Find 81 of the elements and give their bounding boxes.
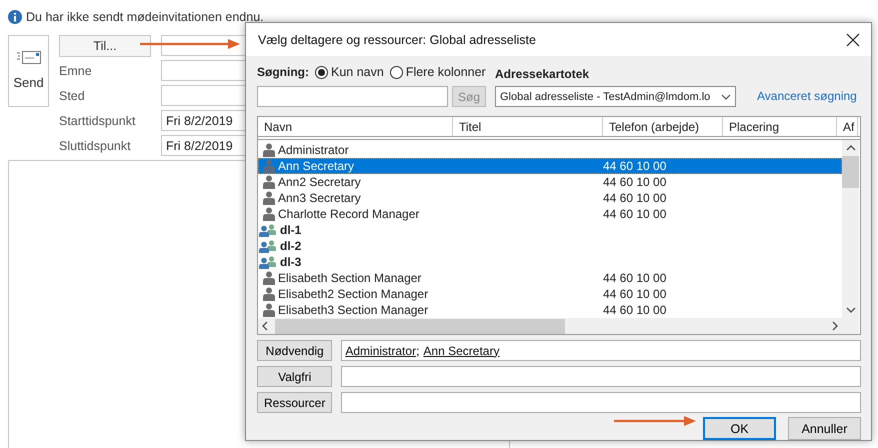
recipient-field[interactable]: Administrator; Ann Secretary bbox=[341, 340, 861, 361]
contact-row[interactable]: Elisabeth3 Section Manager 44 60 10 00 bbox=[258, 302, 842, 318]
contact-row[interactable]: dl-2 bbox=[258, 238, 842, 254]
contact-row[interactable]: dl-3 bbox=[258, 254, 842, 270]
scroll-right-icon[interactable] bbox=[831, 321, 839, 331]
dialog-button[interactable]: Annuller bbox=[788, 417, 861, 440]
contact-name: Ann2 Secretary bbox=[278, 175, 361, 189]
search-label: Søgning: bbox=[257, 65, 309, 79]
send-button[interactable]: Send bbox=[8, 34, 49, 106]
contact-name: Administrator bbox=[278, 143, 349, 157]
person-icon bbox=[263, 207, 275, 221]
vertical-scrollbar[interactable] bbox=[842, 140, 859, 334]
time-label: Starttidspunkt bbox=[59, 112, 136, 130]
dialog-title: Vælg deltagere og ressourcer: Global adresseliste bbox=[258, 32, 536, 46]
time-label: Sluttidspunkt bbox=[59, 138, 132, 155]
person-icon bbox=[263, 175, 275, 189]
horizontal-scrollbar[interactable] bbox=[258, 318, 842, 334]
contact-row[interactable]: Administrator bbox=[258, 142, 842, 158]
caret-icon bbox=[721, 94, 731, 100]
contact-name: dl-3 bbox=[280, 255, 302, 269]
contact-name: Ann Secretary bbox=[278, 159, 354, 173]
scroll-up-icon[interactable] bbox=[846, 144, 856, 152]
contact-name: dl-2 bbox=[280, 239, 302, 253]
contact-row[interactable]: dl-1 bbox=[258, 222, 842, 238]
phone-number: 44 60 10 00 bbox=[603, 191, 666, 205]
column-header[interactable]: Af bbox=[837, 117, 858, 136]
person-icon bbox=[263, 303, 275, 317]
address-book-label: Adressekartotek bbox=[495, 67, 590, 81]
column-header[interactable]: Navn bbox=[258, 117, 453, 136]
address-book-dropdown[interactable]: Global adresseliste - TestAdmin@lmdom.lo bbox=[495, 86, 736, 107]
person-icon bbox=[263, 159, 275, 173]
recipient-name[interactable]: Ann Secretary bbox=[423, 344, 500, 358]
contact-row[interactable]: Charlotte Record Manager 44 60 10 00 bbox=[258, 206, 842, 222]
contact-name: Ann3 Secretary bbox=[278, 191, 361, 205]
contact-row[interactable]: Elisabeth Section Manager 44 60 10 00 bbox=[258, 270, 842, 286]
contact-row[interactable]: Elisabeth2 Section Manager 44 60 10 00 bbox=[258, 286, 842, 302]
dialog-button[interactable]: OK bbox=[703, 417, 776, 440]
recipient-button[interactable]: Nødvendig bbox=[257, 340, 332, 361]
field-label: Sted bbox=[59, 88, 86, 104]
field-label: Emne bbox=[59, 62, 93, 80]
contact-name: Elisabeth3 Section Manager bbox=[278, 303, 428, 317]
info-message: Du har ikke sendt mødeinvitationen endnu. bbox=[26, 10, 264, 24]
person-icon bbox=[263, 143, 275, 157]
info-icon bbox=[8, 10, 22, 24]
recipient-name[interactable]: Administrator; bbox=[345, 344, 420, 358]
scrollbar-thumb[interactable] bbox=[842, 156, 859, 188]
recipient-field[interactable] bbox=[341, 366, 861, 387]
phone-number: 44 60 10 00 bbox=[603, 175, 666, 189]
phone-number: 44 60 10 00 bbox=[603, 303, 666, 317]
envelope-icon bbox=[16, 51, 40, 65]
scroll-left-icon[interactable] bbox=[261, 321, 269, 331]
contact-name: Charlotte Record Manager bbox=[278, 207, 420, 221]
search-field[interactable] bbox=[257, 86, 448, 107]
contact-row[interactable]: Ann3 Secretary 44 60 10 00 bbox=[258, 190, 842, 206]
column-header[interactable]: Titel bbox=[453, 117, 603, 136]
phone-number: 44 60 10 00 bbox=[603, 159, 666, 173]
contact-row[interactable]: Ann Secretary 44 60 10 00 bbox=[258, 158, 842, 174]
scroll-down-icon[interactable] bbox=[846, 306, 856, 314]
to-button[interactable]: Til... bbox=[59, 34, 151, 56]
contact-name: Elisabeth Section Manager bbox=[278, 271, 422, 285]
person-icon bbox=[263, 287, 275, 301]
contact-name: Elisabeth2 Section Manager bbox=[278, 287, 428, 301]
people-icon bbox=[259, 224, 277, 236]
phone-number: 44 60 10 00 bbox=[603, 287, 666, 301]
column-header[interactable]: Placering bbox=[723, 117, 837, 136]
radio-option[interactable]: Flere kolonner bbox=[390, 65, 486, 79]
scrollbar-thumb[interactable] bbox=[275, 318, 565, 334]
contact-name: dl-1 bbox=[280, 223, 302, 237]
person-icon bbox=[263, 271, 275, 285]
people-icon bbox=[259, 256, 277, 268]
contact-row[interactable]: Ann2 Secretary 44 60 10 00 bbox=[258, 174, 842, 190]
recipient-field[interactable] bbox=[341, 392, 861, 413]
recipient-button[interactable]: Ressourcer bbox=[257, 392, 332, 413]
people-icon bbox=[259, 240, 277, 252]
phone-number: 44 60 10 00 bbox=[603, 207, 666, 221]
column-header[interactable]: Telefon (arbejde) bbox=[603, 117, 723, 136]
recipient-button[interactable]: Valgfri bbox=[257, 366, 332, 387]
advanced-search-link[interactable]: Avanceret søgning bbox=[757, 89, 857, 103]
person-icon bbox=[263, 191, 275, 205]
phone-number: 44 60 10 00 bbox=[603, 271, 666, 285]
radio-option[interactable]: Kun navn bbox=[314, 65, 384, 79]
